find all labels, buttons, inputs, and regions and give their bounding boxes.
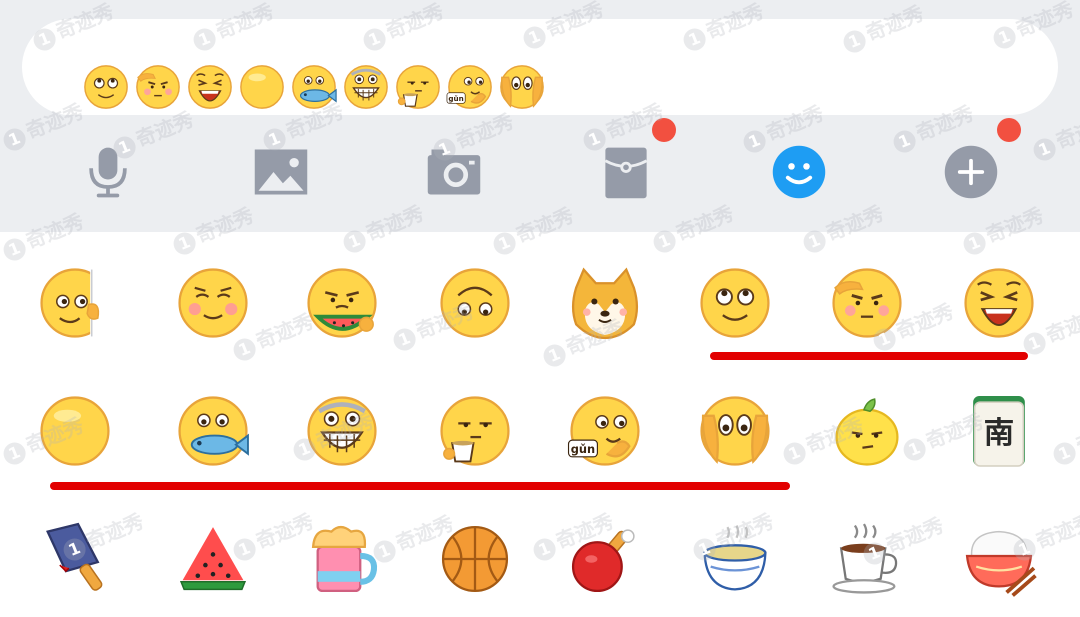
emoji-basketball[interactable] xyxy=(430,514,520,604)
emoji-beer-mug[interactable] xyxy=(297,514,387,604)
smile-eyes-up-icon xyxy=(700,268,770,338)
microphone-icon xyxy=(89,147,127,198)
emoji-peeking-hands[interactable] xyxy=(690,386,780,476)
emoji-laughing-tears[interactable] xyxy=(954,258,1044,348)
lemon-icon xyxy=(835,398,899,466)
peeking-wall-icon xyxy=(40,268,113,338)
recent-emoji-gun-roll[interactable]: gǔn xyxy=(446,63,494,111)
recent-emoji-blank-face[interactable] xyxy=(238,63,286,111)
recent-emoji-grin-teeth[interactable] xyxy=(342,63,390,111)
peeking-hands-icon xyxy=(700,396,770,466)
svg-text:gǔn: gǔn xyxy=(448,94,463,103)
doge-icon xyxy=(571,267,639,340)
emoji-gun-roll[interactable]: gǔn xyxy=(560,386,650,476)
tea-bowl-icon xyxy=(703,525,767,591)
cleaver-icon xyxy=(46,522,103,591)
image-button[interactable] xyxy=(249,140,313,204)
blank-face-icon xyxy=(40,396,110,466)
red-packet-button[interactable] xyxy=(594,140,658,204)
smile-eyes-up-icon xyxy=(84,65,128,109)
emoji-mahjong-nan[interactable]: 南 xyxy=(954,386,1044,476)
plus-icon xyxy=(944,145,998,199)
recent-emoji-eating-fish[interactable] xyxy=(290,63,338,111)
highlight-underline xyxy=(50,482,790,490)
emoji-upside-down[interactable] xyxy=(430,258,520,348)
watermark-logo-icon: 1 xyxy=(170,229,199,258)
recent-emoji-sipping-tea[interactable] xyxy=(394,63,442,111)
emoji-salute[interactable] xyxy=(822,258,912,348)
watermark-logo-icon: 1 xyxy=(490,229,519,258)
watermelon-slice-icon xyxy=(179,527,247,591)
red-packet-icon xyxy=(604,147,648,199)
emoji-row xyxy=(0,514,1080,614)
salute-icon xyxy=(832,268,902,338)
grin-teeth-icon xyxy=(307,396,377,466)
emoji-watermelon-slice[interactable] xyxy=(168,514,258,604)
emoji-cleaver[interactable] xyxy=(30,514,120,604)
emoji-coffee-cup[interactable] xyxy=(822,514,912,604)
laughing-tears-icon xyxy=(188,65,232,109)
ping-pong-icon xyxy=(571,529,635,593)
emoji-row: gǔn 南 xyxy=(0,386,1080,486)
plus-button[interactable] xyxy=(939,140,1003,204)
svg-text:南: 南 xyxy=(984,415,1014,451)
toolbar xyxy=(0,118,1080,210)
coffee-cup-icon xyxy=(832,523,898,594)
eating-fish-icon xyxy=(178,396,249,466)
recent-emoji-smile-eyes-up[interactable] xyxy=(82,63,130,111)
camera-icon xyxy=(427,149,481,195)
emoji-smile-eyes-up[interactable] xyxy=(690,258,780,348)
sipping-tea-icon xyxy=(440,396,510,466)
emoji-tea-bowl[interactable] xyxy=(690,514,780,604)
emoji-blank-face[interactable] xyxy=(30,386,120,476)
composer-panel: gǔn xyxy=(0,0,1080,232)
grin-teeth-icon xyxy=(344,65,388,109)
beer-mug-icon xyxy=(311,525,378,593)
recent-emoji-salute[interactable] xyxy=(134,63,182,111)
microphone-button[interactable] xyxy=(76,140,140,204)
rice-bowl-icon xyxy=(965,530,1037,597)
svg-text:gǔn: gǔn xyxy=(571,442,595,456)
blank-face-icon xyxy=(240,65,284,109)
notification-badge xyxy=(997,118,1021,142)
image-icon xyxy=(254,149,308,195)
shy-blush-icon xyxy=(178,268,248,338)
emoji-doge[interactable] xyxy=(560,258,650,348)
emoji-peeking-wall[interactable] xyxy=(30,258,120,348)
gun-roll-icon: gǔn xyxy=(446,65,492,109)
emoji-shy-blush[interactable] xyxy=(168,258,258,348)
recent-emoji-laughing-tears[interactable] xyxy=(186,63,234,111)
emoji-row xyxy=(0,258,1080,358)
recent-emoji-strip: gǔn xyxy=(82,63,546,111)
eating-fish-icon xyxy=(292,65,337,109)
gun-roll-icon: gǔn xyxy=(567,396,640,466)
emoji-rice-bowl[interactable] xyxy=(954,514,1044,604)
sipping-tea-icon xyxy=(396,65,440,109)
basketball-icon xyxy=(441,525,509,593)
mahjong-nan-icon: 南 xyxy=(973,396,1025,467)
emoji-eating-watermelon[interactable] xyxy=(297,258,387,348)
highlight-underline xyxy=(710,352,1028,360)
peeking-hands-icon xyxy=(500,65,544,109)
watermark-logo-icon: 1 xyxy=(960,229,989,258)
emoji-button[interactable] xyxy=(767,140,831,204)
salute-icon xyxy=(136,65,180,109)
camera-button[interactable] xyxy=(422,140,486,204)
recent-emoji-peeking-hands[interactable] xyxy=(498,63,546,111)
emoji-lemon[interactable] xyxy=(822,386,912,476)
emoji-sipping-tea[interactable] xyxy=(430,386,520,476)
emoji-ping-pong[interactable] xyxy=(560,514,650,604)
upside-down-icon xyxy=(440,268,510,338)
notification-badge xyxy=(652,118,676,142)
message-input[interactable]: gǔn xyxy=(22,19,1058,115)
laughing-tears-icon xyxy=(964,268,1034,338)
emoji-grin-teeth[interactable] xyxy=(297,386,387,476)
eating-watermelon-icon xyxy=(307,268,377,338)
emoji-eating-fish[interactable] xyxy=(168,386,258,476)
emoji-icon xyxy=(772,145,826,199)
